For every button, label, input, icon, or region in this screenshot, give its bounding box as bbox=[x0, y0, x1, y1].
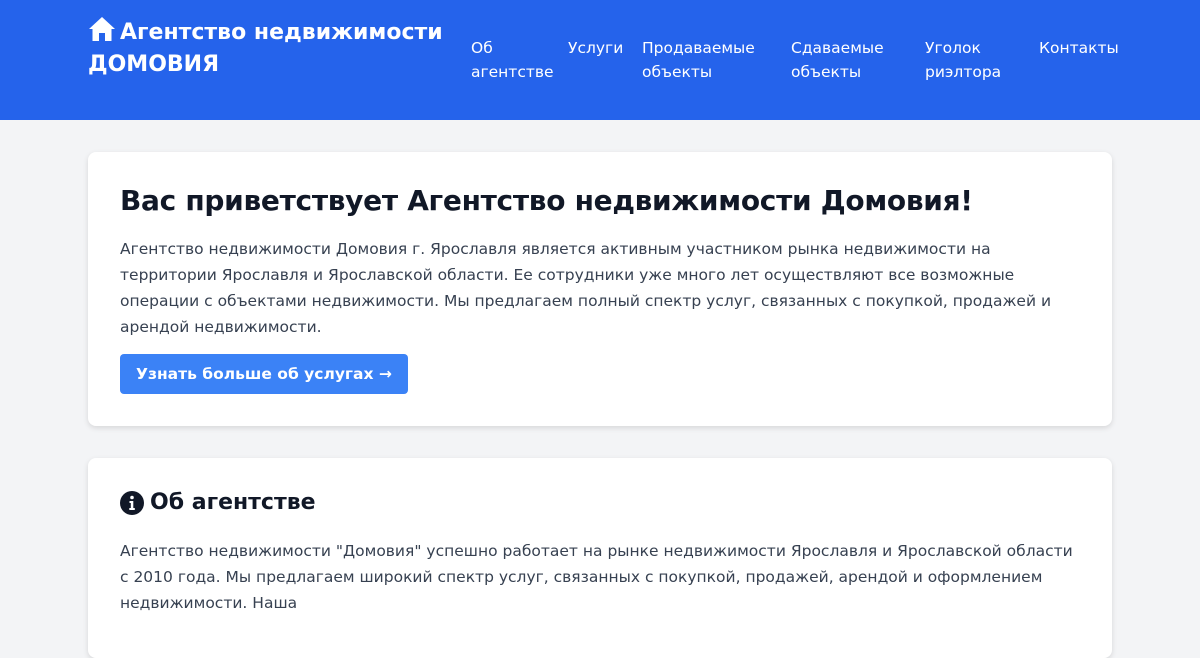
about-text: Агентство недвижимости "Домовия" успешно… bbox=[120, 542, 1073, 612]
nav-for-sale[interactable]: Продаваемые объекты bbox=[642, 36, 772, 84]
welcome-title: Вас приветствует Агентство недвижимости … bbox=[120, 184, 973, 217]
nav-contacts[interactable]: Контакты bbox=[1039, 36, 1119, 60]
home-icon bbox=[89, 17, 115, 41]
nav-for-rent[interactable]: Сдаваемые объекты bbox=[791, 36, 901, 84]
info-icon bbox=[120, 490, 144, 515]
nav-about[interactable]: Об агентстве bbox=[471, 36, 561, 84]
nav-services[interactable]: Услуги bbox=[568, 36, 638, 60]
brand-name: Агентство недвижимости ДОМОВИЯ bbox=[88, 20, 443, 77]
about-card: Об агентстве Агентство недвижимости "Дом… bbox=[88, 458, 1112, 658]
learn-more-services-button[interactable]: Узнать больше об услугах → bbox=[120, 354, 408, 394]
nav-realtor-corner[interactable]: Уголок риэлтора bbox=[925, 36, 1015, 84]
site-header: Агентство недвижимости ДОМОВИЯ Об агентс… bbox=[0, 0, 1200, 120]
welcome-text: Агентство недвижимости Домовия г. Яросла… bbox=[120, 240, 1052, 336]
about-title: Об агентстве bbox=[120, 490, 316, 515]
about-title-label: Об агентстве bbox=[150, 490, 316, 515]
site-logo[interactable]: Агентство недвижимости ДОМОВИЯ bbox=[88, 16, 448, 81]
welcome-card: Вас приветствует Агентство недвижимости … bbox=[88, 152, 1112, 426]
